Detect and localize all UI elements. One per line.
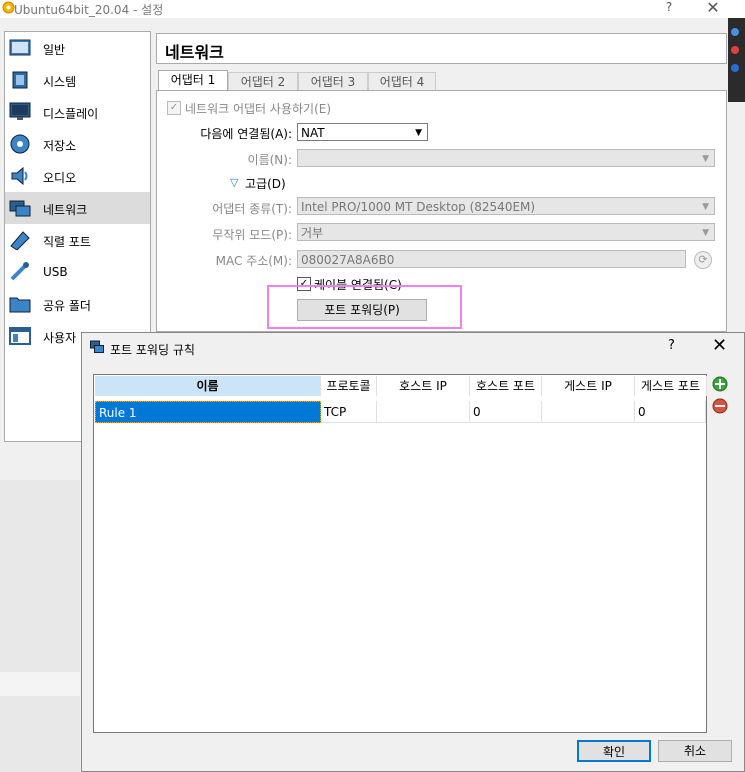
tab-adapter-3[interactable]: 어댑터 3 <box>298 72 368 91</box>
mac-label: MAC 주소(M): <box>215 254 292 268</box>
sidebar-item-storage[interactable]: 저장소 <box>5 128 150 160</box>
background-window-strip <box>728 18 745 102</box>
speaker-icon <box>11 166 28 186</box>
sidebar-item-serial[interactable]: 직렬 포트 <box>5 224 150 256</box>
monitor-icon <box>9 102 31 120</box>
sidebar-item-label: 네트워크 <box>43 203 88 217</box>
chip-icon <box>12 71 28 89</box>
table-cell-guest-ip[interactable] <box>542 401 635 423</box>
rules-table[interactable]: 이름 프로토콜 호스트 IP 호스트 포트 게스트 IP 게스트 포트 Rule… <box>93 374 707 733</box>
help-button[interactable]: ? <box>662 0 676 16</box>
folder-icon <box>9 297 31 313</box>
table-cell-host-ip[interactable] <box>377 401 470 423</box>
expand-triangle-icon[interactable]: ▽ <box>230 176 238 189</box>
chevron-down-icon: ▼ <box>415 128 422 138</box>
sidebar-item-label: 일반 <box>43 43 66 57</box>
tab-adapter-4[interactable]: 어댑터 4 <box>368 72 436 91</box>
page-title: 네트워크 <box>165 43 224 62</box>
table-cell-name[interactable]: Rule 1 <box>95 401 321 423</box>
tab-adapter-1[interactable]: 어댑터 1 <box>158 70 228 91</box>
name-select[interactable]: ▼ <box>297 149 715 167</box>
close-button[interactable]: ✕ <box>703 0 723 17</box>
window-title: Ubuntu64bit_20.04 - 설정 <box>14 3 164 17</box>
sidebar-item-label: 저장소 <box>43 139 77 153</box>
column-header-guest-ip[interactable]: 게스트 IP <box>542 376 635 396</box>
adapter-type-value: Intel PRO/1000 MT Desktop (82540EM) <box>301 200 536 214</box>
mac-field[interactable]: 080027A8A6B0 <box>297 250 686 268</box>
sidebar-item-label: USB <box>43 265 68 279</box>
table-cell-host-port[interactable]: 0 <box>470 401 542 423</box>
promiscuous-value: 거부 <box>301 226 324 240</box>
port-forwarding-button[interactable]: 포트 포워딩(P) <box>297 299 427 321</box>
enable-adapter-checkbox[interactable]: ✓ <box>167 101 181 115</box>
column-header-name[interactable]: 이름 <box>95 376 321 396</box>
chevron-down-icon: ▼ <box>702 228 709 238</box>
general-icon <box>9 39 31 56</box>
mac-value: 080027A8A6B0 <box>301 253 395 267</box>
sidebar-item-display[interactable]: 디스플레이 <box>5 96 150 128</box>
sidebar-item-shared-folders[interactable]: 공유 폴더 <box>5 288 150 320</box>
usb-icon <box>10 262 29 281</box>
attached-to-select[interactable]: NAT ▼ <box>297 123 428 141</box>
remove-rule-icon[interactable] <box>711 397 729 415</box>
title-bar: Ubuntu64bit_20.04 - 설정 ? ✕ <box>0 0 745 18</box>
sidebar-item-label: 시스템 <box>43 75 77 89</box>
background-area <box>0 480 80 772</box>
sidebar-item-label: 사용자 <box>43 331 77 345</box>
sidebar-item-general[interactable]: 일반 <box>5 32 150 64</box>
sidebar-item-audio[interactable]: 오디오 <box>5 160 150 192</box>
column-header-host-ip[interactable]: 호스트 IP <box>377 376 470 396</box>
dialog-title: 포트 포워딩 규칙 <box>110 343 195 357</box>
attached-to-value: NAT <box>301 126 325 140</box>
help-button[interactable]: ? <box>668 338 675 353</box>
column-header-protocol[interactable]: 프로토콜 <box>321 376 377 396</box>
network-icon <box>90 340 104 353</box>
serial-icon <box>10 231 30 250</box>
chevron-down-icon: ▼ <box>702 154 709 164</box>
promiscuous-select[interactable]: 거부 ▼ <box>297 223 715 241</box>
chevron-down-icon: ▼ <box>702 202 709 212</box>
sidebar-item-label: 디스플레이 <box>43 107 99 121</box>
table-cell-guest-port[interactable]: 0 <box>635 401 706 423</box>
disk-icon <box>10 134 30 154</box>
table-cell-protocol[interactable]: TCP <box>321 401 377 423</box>
column-header-host-port[interactable]: 호스트 포트 <box>470 376 542 396</box>
port-forwarding-dialog: 포트 포워딩 규칙 ? ✕ 이름 프로토콜 호스트 IP 호스트 포트 게스트 … <box>81 332 745 772</box>
background-area <box>0 672 80 696</box>
promiscuous-label: 무작위 모드(P): <box>212 228 292 242</box>
add-rule-icon[interactable] <box>711 375 729 393</box>
name-label: 이름(N): <box>247 153 292 167</box>
advanced-toggle[interactable]: 고급(D) <box>245 175 286 192</box>
adapter-type-label: 어댑터 종류(T): <box>212 202 292 216</box>
sidebar-item-network[interactable]: 네트워크 <box>5 192 150 224</box>
close-button[interactable]: ✕ <box>712 335 727 356</box>
ok-button[interactable]: 확인 <box>577 740 651 762</box>
sidebar-item-system[interactable]: 시스템 <box>5 64 150 96</box>
adapter-type-select[interactable]: Intel PRO/1000 MT Desktop (82540EM) ▼ <box>297 197 715 215</box>
enable-adapter-label: 네트워크 어댑터 사용하기(E) <box>185 102 332 116</box>
ui-icon <box>9 327 31 345</box>
sidebar-item-label: 오디오 <box>43 171 77 185</box>
cancel-button[interactable]: 취소 <box>658 740 732 762</box>
sidebar-item-label: 직렬 포트 <box>43 235 91 249</box>
page-header: 네트워크 <box>156 33 727 64</box>
network-icon <box>9 200 31 217</box>
sidebar-item-usb[interactable]: USB <box>5 256 150 288</box>
column-header-guest-port[interactable]: 게스트 포트 <box>635 376 707 396</box>
attached-to-label: 다음에 연결됨(A): <box>200 127 292 141</box>
sidebar-item-label: 공유 폴더 <box>43 299 91 313</box>
tab-adapter-2[interactable]: 어댑터 2 <box>228 72 298 91</box>
refresh-mac-icon[interactable]: ⟳ <box>694 251 712 269</box>
